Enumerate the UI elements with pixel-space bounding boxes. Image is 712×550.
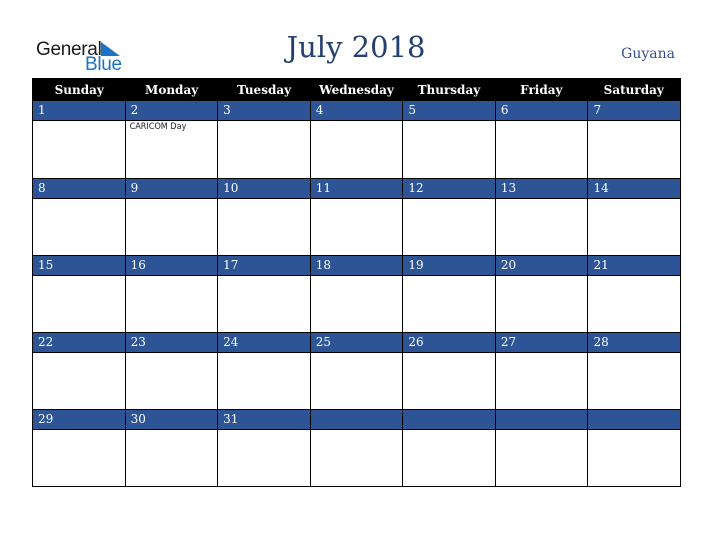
day-number: 24 <box>218 332 310 353</box>
day-cell[interactable]: 19 <box>402 255 495 332</box>
week-row: 1 2 CARICOM Day 3 4 5 6 7 <box>33 101 681 178</box>
day-number: 14 <box>588 178 681 199</box>
day-number <box>495 409 588 430</box>
day-cell[interactable]: 28 <box>587 332 681 409</box>
day-cell[interactable]: 26 <box>402 332 495 409</box>
day-cell[interactable]: 23 <box>124 332 218 409</box>
day-cell[interactable] <box>309 409 403 486</box>
day-cell[interactable]: 10 <box>217 178 310 255</box>
day-cell[interactable]: 1 <box>33 101 125 178</box>
day-number: 31 <box>218 409 310 430</box>
day-number: 6 <box>495 101 588 121</box>
day-number <box>310 409 403 430</box>
calendar-title: July 2018 <box>286 30 426 64</box>
day-cell[interactable]: 15 <box>33 255 125 332</box>
day-number: 9 <box>125 178 218 199</box>
day-number: 16 <box>125 255 218 276</box>
day-number: 20 <box>495 255 588 276</box>
day-cell[interactable]: 31 <box>217 409 310 486</box>
day-number <box>588 409 681 430</box>
day-number: 21 <box>588 255 681 276</box>
week-row: 8 9 10 11 12 13 14 <box>33 178 681 255</box>
day-cell[interactable]: 30 <box>124 409 218 486</box>
day-number <box>403 409 495 430</box>
day-number: 28 <box>588 332 681 353</box>
day-number: 29 <box>33 409 125 430</box>
day-number: 23 <box>125 332 218 353</box>
weekday-header-thursday: Thursday <box>417 83 481 97</box>
day-number: 2 <box>125 101 218 121</box>
day-cell[interactable]: 21 <box>587 255 681 332</box>
day-number: 11 <box>310 178 403 199</box>
week-row: 29 30 31 <box>33 409 681 486</box>
weekday-header-tuesday: Tuesday <box>237 83 292 97</box>
day-cell[interactable]: 14 <box>587 178 681 255</box>
weekday-header-wednesday: Wednesday <box>319 83 394 97</box>
day-cell[interactable]: 13 <box>494 178 588 255</box>
day-cell[interactable] <box>494 409 588 486</box>
day-cell[interactable]: 5 <box>402 101 495 178</box>
week-row: 22 23 24 25 26 27 28 <box>33 332 681 409</box>
day-cell[interactable]: 16 <box>124 255 218 332</box>
day-cell[interactable] <box>587 409 681 486</box>
day-cell[interactable]: 24 <box>217 332 310 409</box>
day-cell[interactable]: 17 <box>217 255 310 332</box>
day-number: 27 <box>495 332 588 353</box>
day-number: 15 <box>33 255 125 276</box>
day-cell[interactable]: 25 <box>309 332 403 409</box>
weekday-header-sunday: Sunday <box>54 83 104 97</box>
holiday-label: CARICOM Day <box>129 122 187 132</box>
day-number: 5 <box>403 101 495 121</box>
day-cell[interactable]: 8 <box>33 178 125 255</box>
day-number: 7 <box>588 101 681 121</box>
day-number: 17 <box>218 255 310 276</box>
day-cell[interactable]: 11 <box>309 178 403 255</box>
day-cell[interactable]: 7 <box>587 101 681 178</box>
day-number: 26 <box>403 332 495 353</box>
day-cell[interactable]: 12 <box>402 178 495 255</box>
week-row: 15 16 17 18 19 20 21 <box>33 255 681 332</box>
day-number: 18 <box>310 255 403 276</box>
day-number: 13 <box>495 178 588 199</box>
day-number: 12 <box>403 178 495 199</box>
day-cell[interactable] <box>402 409 495 486</box>
weekday-header-saturday: Saturday <box>603 83 664 97</box>
day-cell[interactable]: 27 <box>494 332 588 409</box>
weekday-header-monday: Monday <box>145 83 199 97</box>
day-cell[interactable]: 22 <box>33 332 125 409</box>
weekday-header-friday: Friday <box>520 83 563 97</box>
day-cell[interactable]: 3 <box>217 101 310 178</box>
day-number: 8 <box>33 178 125 199</box>
day-number: 4 <box>310 101 403 121</box>
country-label: Guyana <box>621 46 675 62</box>
calendar-grid: Sunday Monday Tuesday Wednesday Thursday Frid… <box>32 78 681 487</box>
day-number: 25 <box>310 332 403 353</box>
day-number: 10 <box>218 178 310 199</box>
day-cell[interactable]: 2 CARICOM Day <box>124 101 218 178</box>
day-cell[interactable]: 6 <box>494 101 588 178</box>
day-number: 22 <box>33 332 125 353</box>
day-cell[interactable]: 4 <box>309 101 403 178</box>
day-cell[interactable]: 18 <box>309 255 403 332</box>
weekday-header-row: Sunday Monday Tuesday Wednesday Thursday Frid… <box>33 78 680 101</box>
day-cell[interactable]: 29 <box>33 409 125 486</box>
day-number: 19 <box>403 255 495 276</box>
day-cell[interactable]: 20 <box>494 255 588 332</box>
day-number: 3 <box>218 101 310 121</box>
day-number: 1 <box>33 101 125 121</box>
day-cell[interactable]: 9 <box>124 178 218 255</box>
day-number: 30 <box>125 409 218 430</box>
